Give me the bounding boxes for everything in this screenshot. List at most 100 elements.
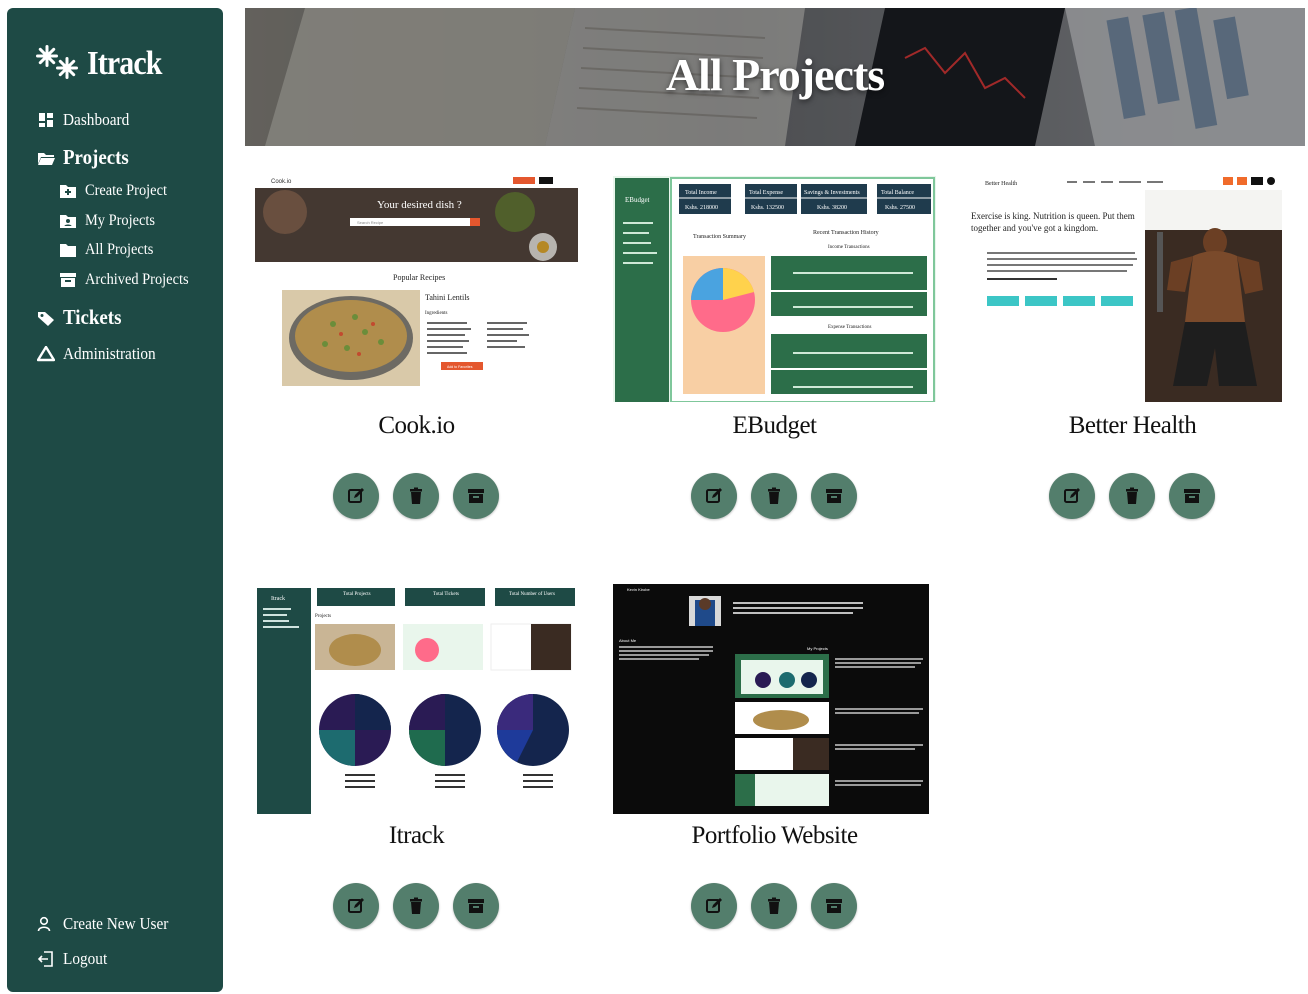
project-actions xyxy=(691,473,857,519)
itrack-card-title: Total Projects xyxy=(343,592,371,597)
project-thumbnail-portfolio[interactable]: Kevin Kirobe About Me My Projects xyxy=(613,584,936,814)
ebudget-card-value: Kshs. 38200 xyxy=(817,205,847,211)
page-banner: All Projects xyxy=(245,8,1305,146)
portfolio-screenshot: Kevin Kirobe About Me My Projects xyxy=(613,584,929,814)
brand[interactable]: Itrack xyxy=(35,44,172,84)
ebudget-income-title: Income Transactions xyxy=(828,245,870,250)
delete-project-button[interactable] xyxy=(393,473,439,519)
itrack-card-title: Total Number of Users xyxy=(509,592,555,597)
itrack-logo: Itrack xyxy=(271,596,285,602)
cookio-add-favorites: Add to Favorites xyxy=(447,365,473,369)
archive-icon xyxy=(468,899,484,913)
ebudget-history-title: Recent Transaction History xyxy=(813,230,879,236)
archive-project-button[interactable] xyxy=(811,473,857,519)
project-actions xyxy=(333,473,499,519)
nav-my-projects-label: My Projects xyxy=(85,212,156,229)
delete-project-button[interactable] xyxy=(1109,473,1155,519)
project-thumbnail-ebudget[interactable]: EBudget Total Income Total Expense Savin… xyxy=(613,172,936,402)
edit-icon xyxy=(348,898,364,913)
nav-archived-projects-label: Archived Projects xyxy=(85,271,189,288)
cookio-hero-title: Your desired dish ? xyxy=(377,199,462,211)
nav-administration[interactable]: Administration xyxy=(37,344,166,364)
ebudget-card-title: Total Income xyxy=(685,190,717,196)
nav-administration-label: Administration xyxy=(63,344,156,363)
ebudget-card-value: Kshs. 27500 xyxy=(885,205,915,211)
nav-create-new-user[interactable]: Create New User xyxy=(37,914,180,934)
user-icon xyxy=(37,916,51,932)
nav-logout[interactable]: Logout xyxy=(37,949,112,969)
nav-dashboard-label: Dashboard xyxy=(63,110,130,129)
nav-tickets[interactable]: Tickets xyxy=(37,305,128,330)
project-actions xyxy=(691,883,857,929)
nav-archived-projects[interactable]: Archived Projects xyxy=(59,271,200,289)
archive-project-button[interactable] xyxy=(811,883,857,929)
portfolio-about-heading: About Me xyxy=(619,638,637,643)
nav-my-projects[interactable]: My Projects xyxy=(59,212,163,230)
edit-project-button[interactable] xyxy=(333,883,379,929)
edit-project-button[interactable] xyxy=(333,473,379,519)
nav-dashboard[interactable]: Dashboard xyxy=(37,110,137,130)
itrack-card-title: Total Tickets xyxy=(433,592,459,597)
archive-project-button[interactable] xyxy=(453,473,499,519)
edit-project-button[interactable] xyxy=(1049,473,1095,519)
delete-project-button[interactable] xyxy=(751,473,797,519)
project-title: Portfolio Website xyxy=(691,822,858,849)
archive-project-button[interactable] xyxy=(453,883,499,929)
ebudget-card-value: Kshs. 132500 xyxy=(751,205,784,211)
edit-icon xyxy=(706,898,722,913)
project-thumbnail-itrack[interactable]: Itrack Total Projects Total Tickets Tota… xyxy=(255,584,578,814)
ebudget-summary-title: Transaction Summary xyxy=(693,234,746,240)
nav-projects-label: Projects xyxy=(63,145,129,169)
tag-icon xyxy=(38,311,54,326)
nav-create-project[interactable]: Create Project xyxy=(59,182,176,200)
archive-icon xyxy=(60,273,76,287)
project-thumbnail-better-health[interactable]: Better Health Exercise is king. Nutritio… xyxy=(971,172,1294,402)
nav-create-project-label: Create Project xyxy=(85,182,167,199)
page-title: All Projects xyxy=(665,49,885,100)
delete-project-button[interactable] xyxy=(393,883,439,929)
cookio-popular-heading: Popular Recipes xyxy=(393,273,445,282)
project-title: Cook.io xyxy=(378,412,455,439)
cookio-recipe-title: Tahini Lentils xyxy=(425,293,470,302)
archive-icon xyxy=(826,489,842,503)
nav-projects[interactable]: Projects xyxy=(37,145,136,170)
cookio-search-placeholder: Search Recipe xyxy=(357,220,384,225)
trash-icon xyxy=(768,897,780,914)
archive-icon xyxy=(1184,489,1200,503)
edit-icon xyxy=(1064,488,1080,503)
edit-project-button[interactable] xyxy=(691,473,737,519)
cookio-logo: Cook.io xyxy=(271,179,292,185)
ebudget-expense-title: Expense Transactions xyxy=(828,325,872,330)
portfolio-projects-heading: My Projects xyxy=(807,646,828,651)
nav-all-projects[interactable]: All Projects xyxy=(59,241,161,259)
nav-create-new-user-label: Create New User xyxy=(63,914,169,933)
ebudget-card-value: Kshs. 218000 xyxy=(685,205,718,211)
archive-icon xyxy=(826,899,842,913)
dashboard-icon xyxy=(39,113,53,127)
cookio-screenshot: Cook.io Your desired dish ? Search Recip… xyxy=(255,172,578,402)
folder-user-icon xyxy=(60,215,76,228)
project-title: EBudget xyxy=(732,412,818,439)
archive-project-button[interactable] xyxy=(1169,473,1215,519)
ebudget-logo: EBudget xyxy=(625,196,650,204)
ebudget-card-title: Total Balance xyxy=(881,190,914,196)
better-health-logo: Better Health xyxy=(985,181,1017,187)
edit-project-button[interactable] xyxy=(691,883,737,929)
better-health-screenshot: Better Health Exercise is king. Nutritio… xyxy=(971,172,1294,402)
trash-icon xyxy=(410,487,422,504)
nav-all-projects-label: All Projects xyxy=(85,241,154,258)
ebudget-card-title: Total Expense xyxy=(749,190,783,196)
trash-icon xyxy=(1126,487,1138,504)
nav-tickets-label: Tickets xyxy=(63,305,122,329)
cookio-ingredients-label: Ingredients xyxy=(425,311,448,316)
sidebar: Itrack Dashboard Projects Create Project… xyxy=(7,8,223,992)
edit-icon xyxy=(706,488,722,503)
project-thumbnail-cookio[interactable]: Cook.io Your desired dish ? Search Recip… xyxy=(255,172,578,402)
project-title: Better Health xyxy=(1068,412,1197,439)
folder-open-icon xyxy=(38,152,55,165)
delete-project-button[interactable] xyxy=(751,883,797,929)
folder-icon xyxy=(60,244,76,257)
ebudget-card-title: Savings & Investments xyxy=(804,190,860,196)
administration-icon xyxy=(37,346,55,362)
project-actions xyxy=(333,883,499,929)
